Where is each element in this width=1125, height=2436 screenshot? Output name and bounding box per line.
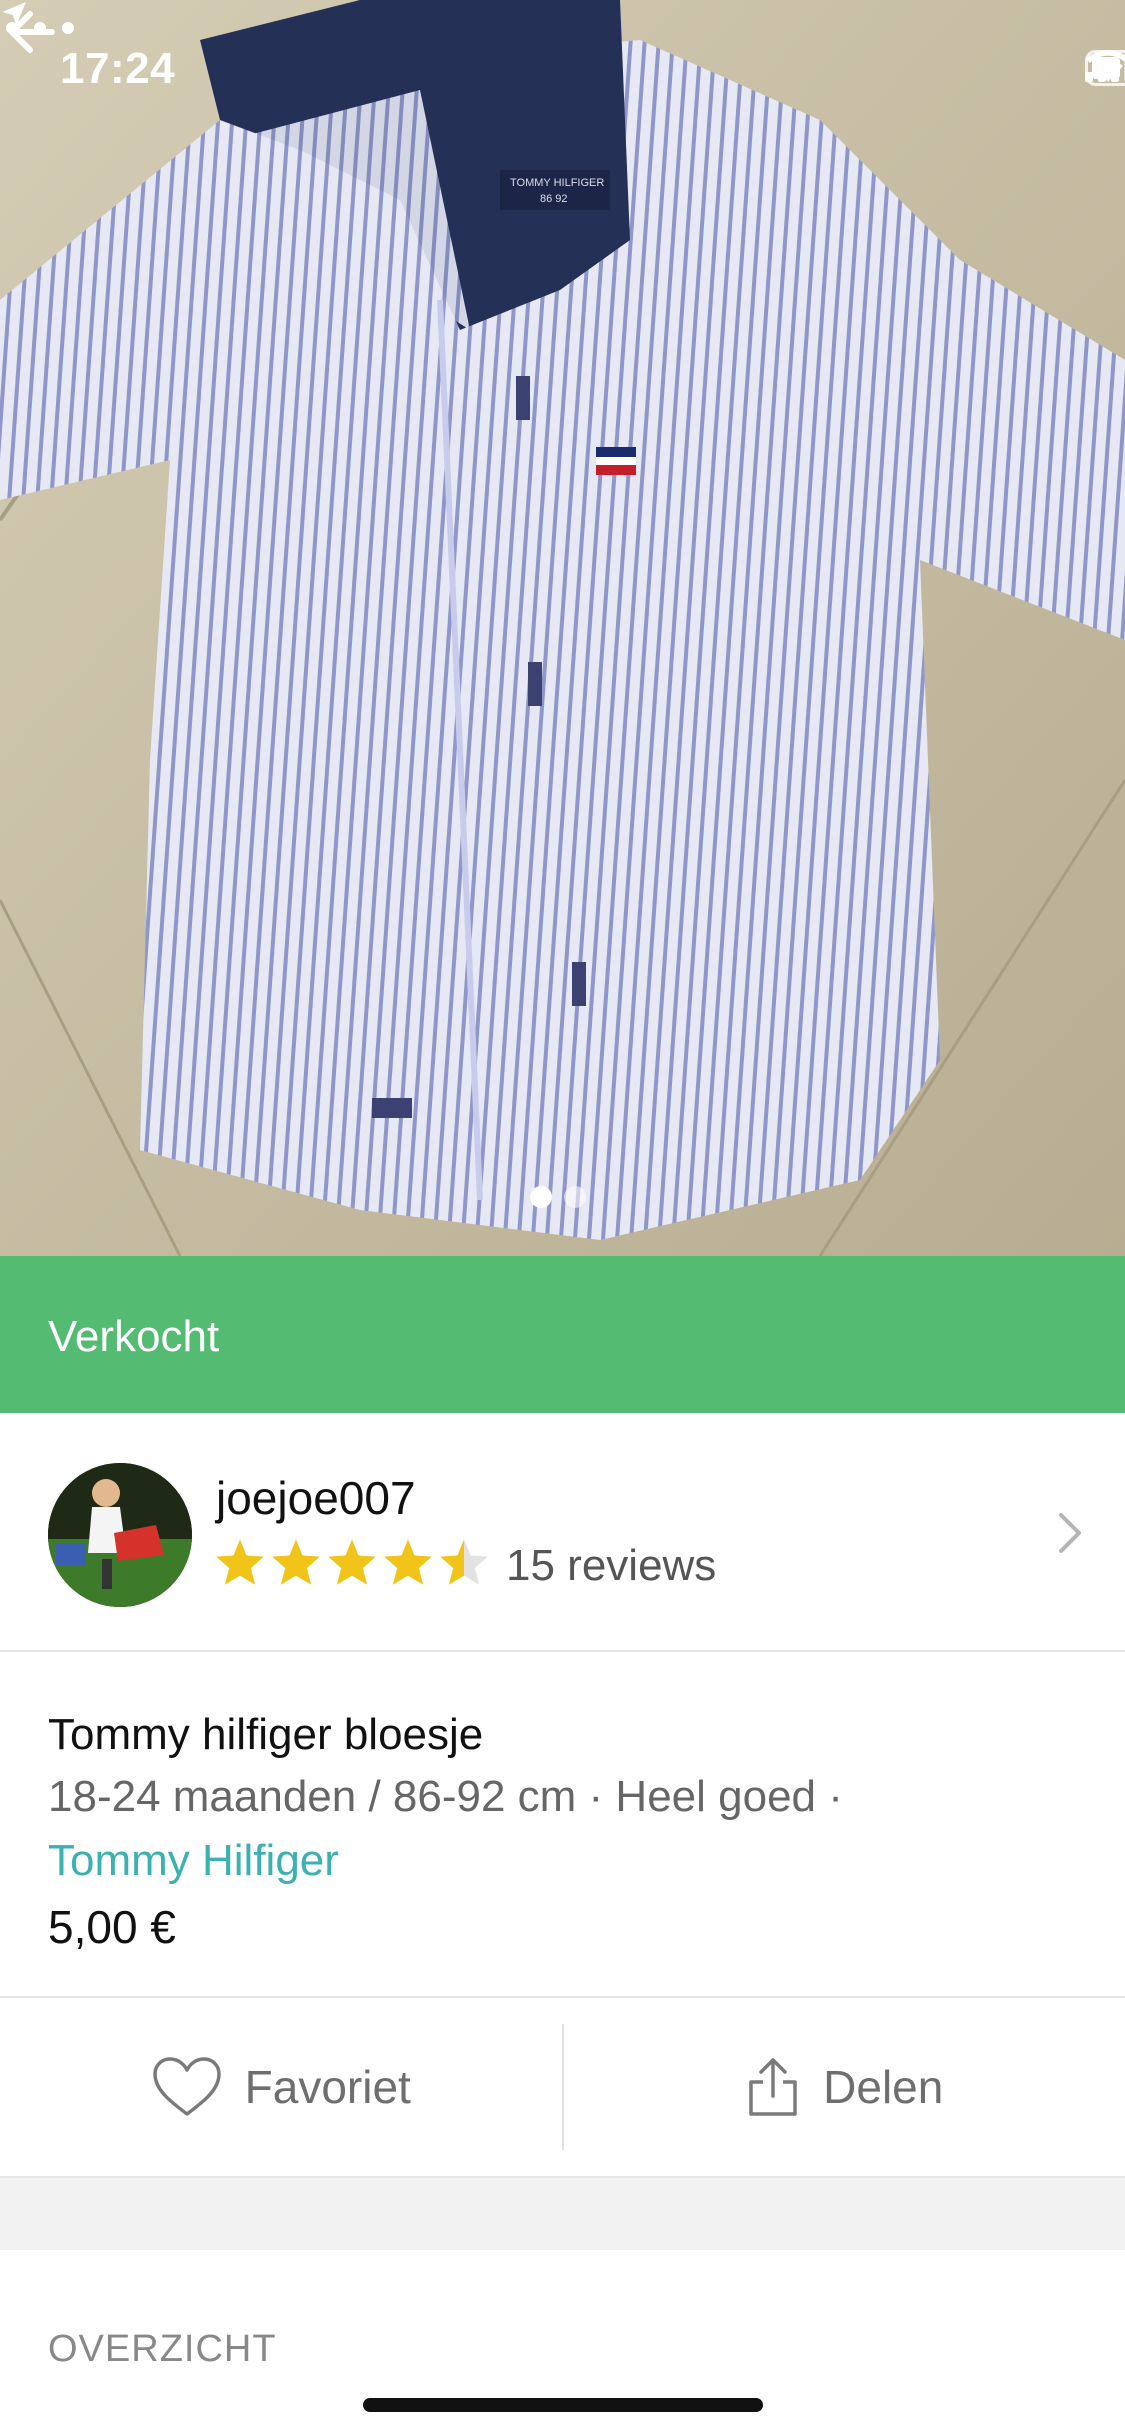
item-info: Tommy hilfiger bloesje 18-24 maanden / 8… [0,1652,1125,1998]
pager-dot-1[interactable] [530,1186,552,1208]
action-bar: Favoriet Delen [0,1998,1125,2178]
pager-dot-2[interactable] [564,1186,586,1208]
star-icon [384,1539,432,1585]
shirt-photo-illustration: TOMMY HILFIGER 86 92 [0,0,1125,1256]
more-options-icon[interactable] [0,0,80,56]
item-price: 5,00 € [48,1901,176,1953]
share-button[interactable]: Delen [564,1998,1125,2176]
home-indicator[interactable] [363,2398,763,2412]
chevron-right-icon [1059,1513,1081,1553]
sold-status-label: Verkocht [48,1312,220,1361]
listing-photo[interactable]: TOMMY HILFIGER 86 92 17:24 [0,0,1125,1256]
item-brand-link[interactable]: Tommy Hilfiger [48,1836,339,1886]
seller-username: joejoe007 [216,1472,416,1524]
seller-avatar [48,1463,192,1607]
seller-row[interactable]: joejoe007 15 reviews [0,1413,1125,1652]
status-bar: 17:24 [0,0,1125,132]
avatar-photo [48,1463,192,1607]
battery-icon [1085,50,1125,86]
sold-status-banner: Verkocht [0,1256,1125,1413]
favorite-button[interactable]: Favoriet [0,1998,562,2176]
seller-rating-stars [214,1537,490,1587]
seller-review-count: 15 reviews [506,1541,717,1590]
item-title: Tommy hilfiger bloesje [48,1710,484,1759]
star-icon [216,1539,264,1585]
heart-icon [152,2057,221,2116]
image-pager-dots [530,1186,586,1208]
svg-text:TOMMY HILFIGER: TOMMY HILFIGER [510,177,604,189]
half-star-icon [440,1539,488,1585]
star-icon [328,1539,376,1585]
favorite-label: Favoriet [244,2061,411,2113]
item-size-condition: 18-24 maanden / 86-92 cm · Heel goed · [48,1772,843,1821]
section-separator [0,2178,1125,2250]
share-label: Delen [823,2061,944,2113]
star-icon [272,1539,320,1585]
overview-section-heading: OVERZICHT [48,2328,277,2370]
share-icon [749,2058,797,2116]
svg-text:86 92: 86 92 [540,193,568,205]
